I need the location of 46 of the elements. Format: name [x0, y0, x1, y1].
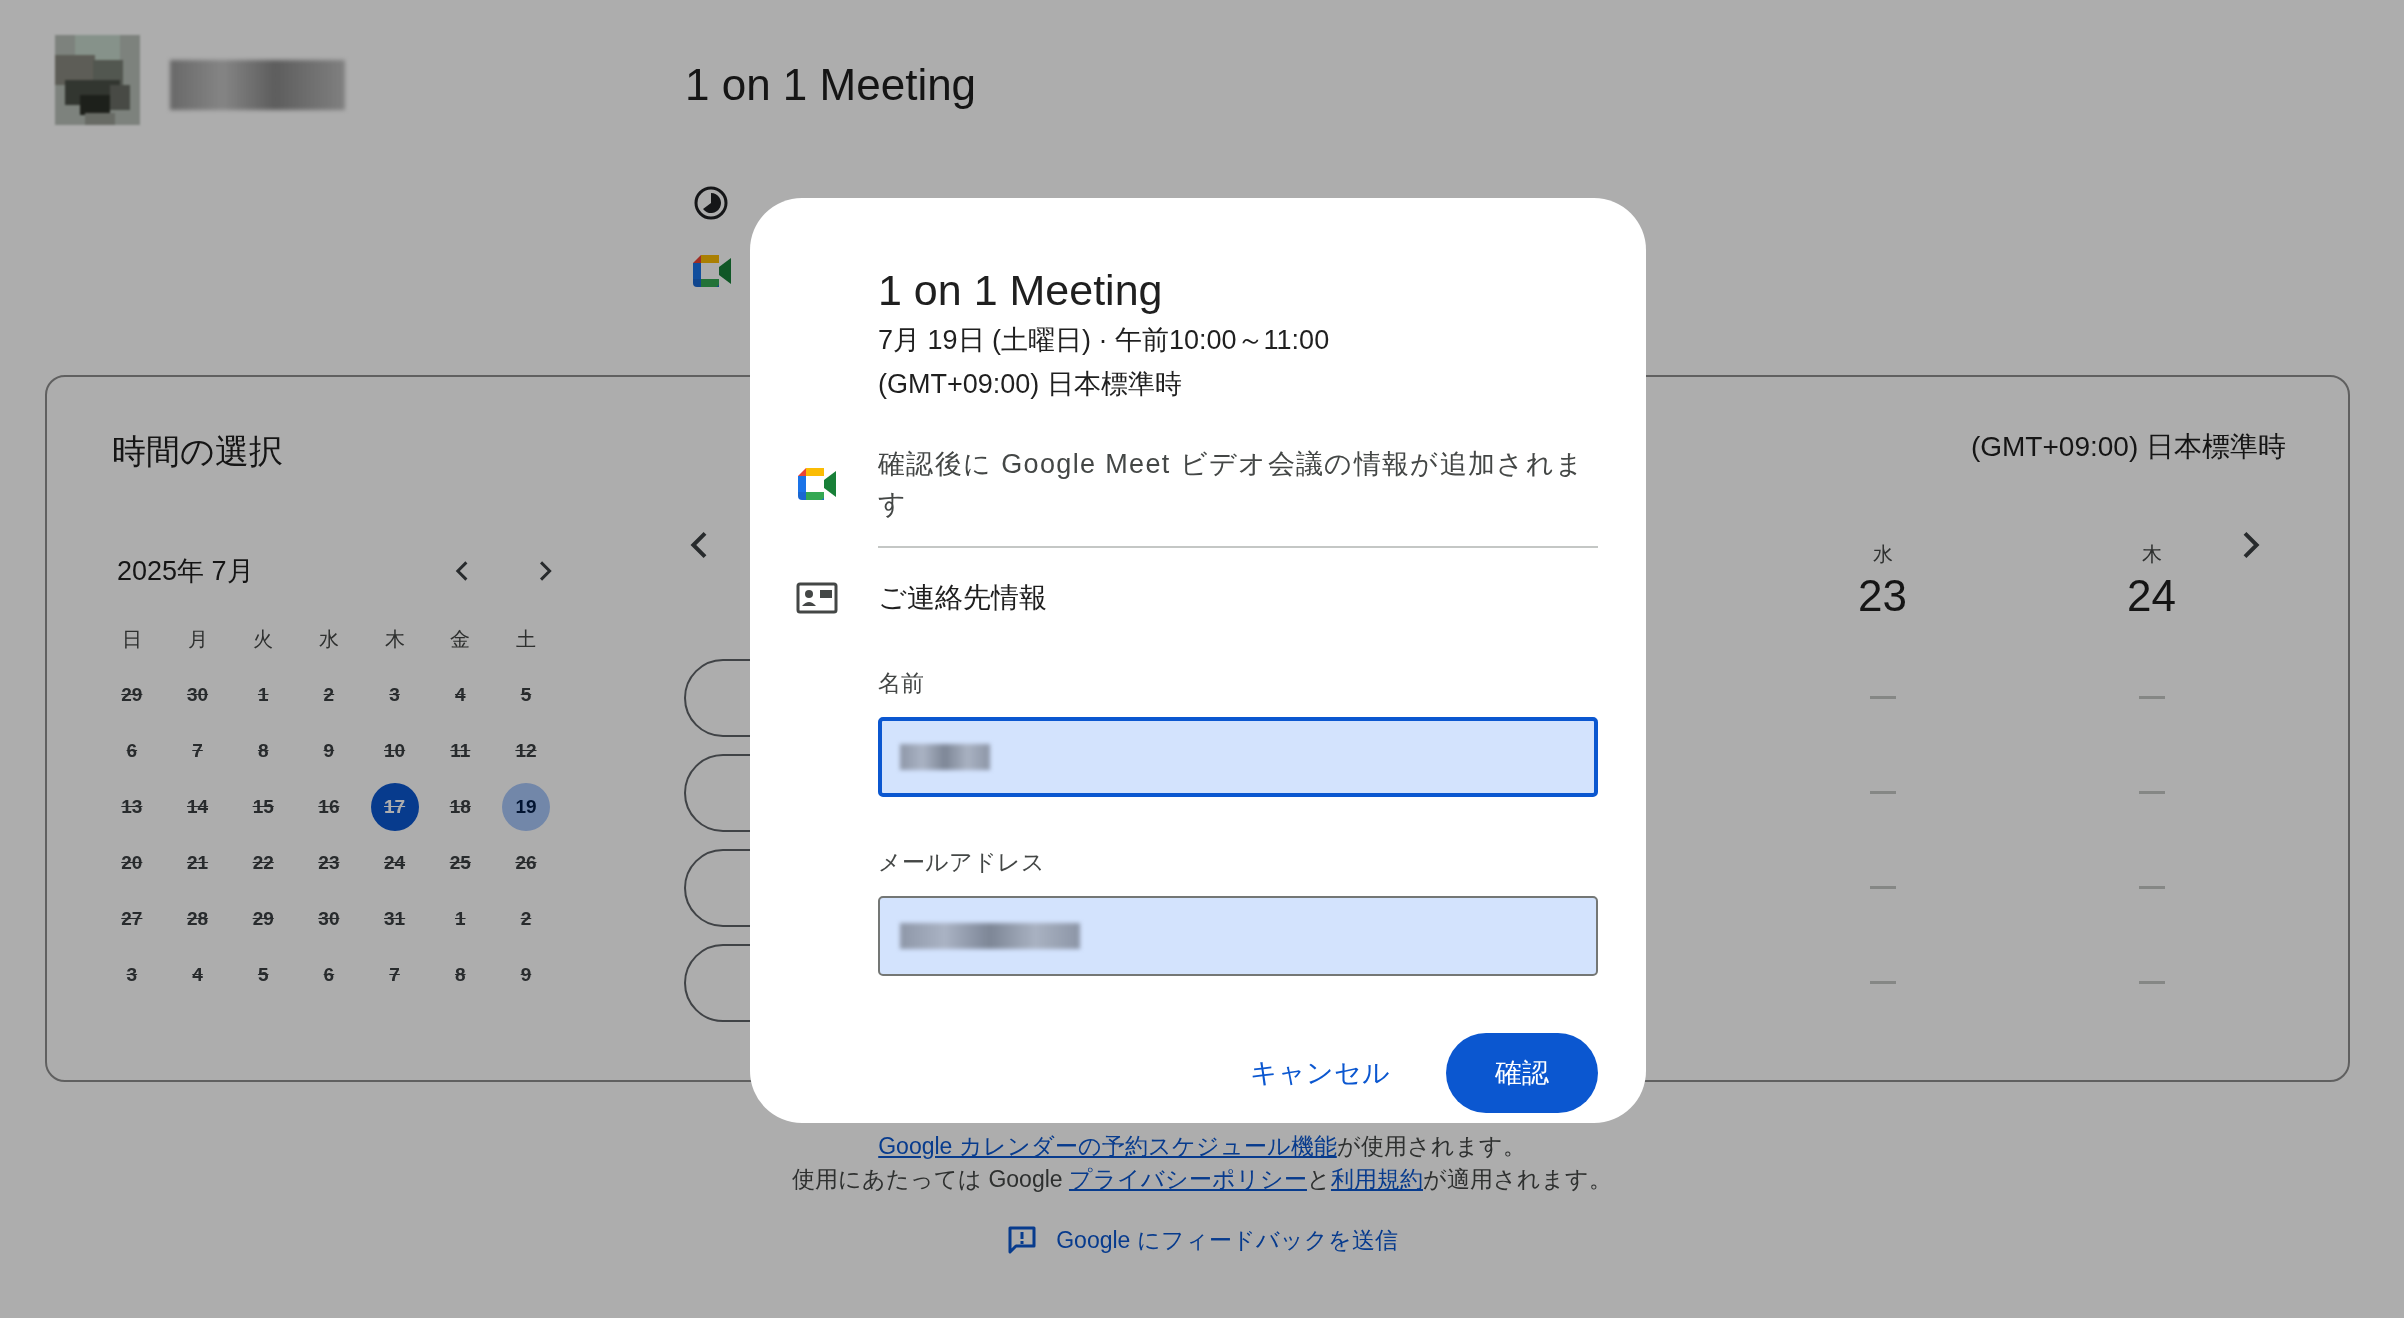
no-slot-dash: [2138, 981, 2165, 984]
weekday-label: 金: [449, 626, 472, 652]
no-slot-dash: [2138, 696, 2165, 699]
feedback-link[interactable]: Google にフィードバックを送信: [1006, 1224, 1398, 1256]
video-camera-icon: [798, 468, 836, 500]
weekday-label: 木: [2141, 542, 2162, 567]
weekday-label: 土: [514, 626, 537, 652]
footer-link[interactable]: Google カレンダーの予約スケジュール機能: [878, 1133, 1337, 1159]
no-slot-dash: [1869, 886, 1896, 889]
footer-link[interactable]: 利用規約: [1330, 1166, 1423, 1192]
section-heading: ご連絡先情報: [878, 581, 1048, 615]
weekday-label: 月: [186, 626, 209, 652]
dialog-title: 1 on 1 Meeting: [878, 265, 1164, 316]
input-field[interactable]: [878, 717, 1598, 797]
weekday-label: 日: [120, 626, 143, 652]
no-slot-dash: [1869, 696, 1896, 699]
field-label: 名前: [878, 669, 925, 698]
footer-text: 使用にあたっては Google プライバシーポリシー と 利用規約が適用されます。: [792, 1165, 1612, 1194]
section-title: 時間の選択: [112, 431, 284, 472]
date-number: 24: [2127, 570, 2176, 622]
meet-note: 確認後に Google Meet ビデオ会議の情報が追加されます: [878, 448, 1586, 521]
month-label: 2025年 7月: [117, 555, 255, 588]
no-slot-dash: [1869, 791, 1896, 794]
footer-text: Google カレンダーの予約スケジュール機能が使用されます。: [878, 1132, 1526, 1161]
date-time-text: 7月 19日 (土曜日) · 午前10:00～11:00: [878, 324, 1331, 357]
confirm-button[interactable]: 確認: [1446, 1033, 1598, 1113]
cancel-button[interactable]: キャンセル: [1230, 1045, 1410, 1101]
no-slot-dash: [2138, 791, 2165, 794]
timezone-text: (GMT+09:00) 日本標準時: [878, 368, 1183, 401]
event-title: 1 on 1 Meeting: [685, 59, 977, 111]
weekday-label: 水: [1872, 542, 1893, 567]
no-slot-dash: [1869, 981, 1896, 984]
weekday-label: 水: [317, 626, 340, 652]
field-label: メールアドレス: [878, 848, 1046, 877]
calendar-day[interactable]: 19: [501, 783, 550, 831]
date-number: 23: [1858, 570, 1907, 622]
footer-link[interactable]: プライバシーポリシー: [1068, 1166, 1307, 1192]
input-field[interactable]: [878, 896, 1598, 976]
contact-card-icon: [796, 582, 838, 614]
weekday-label: 火: [252, 626, 275, 652]
timezone-label: (GMT+09:00) 日本標準時: [1970, 430, 2286, 464]
clock-icon: [693, 185, 729, 221]
weekday-label: 木: [383, 626, 406, 652]
no-slot-dash: [2138, 886, 2165, 889]
feedback-icon: [1006, 1224, 1039, 1256]
video-camera-icon: [693, 255, 731, 287]
